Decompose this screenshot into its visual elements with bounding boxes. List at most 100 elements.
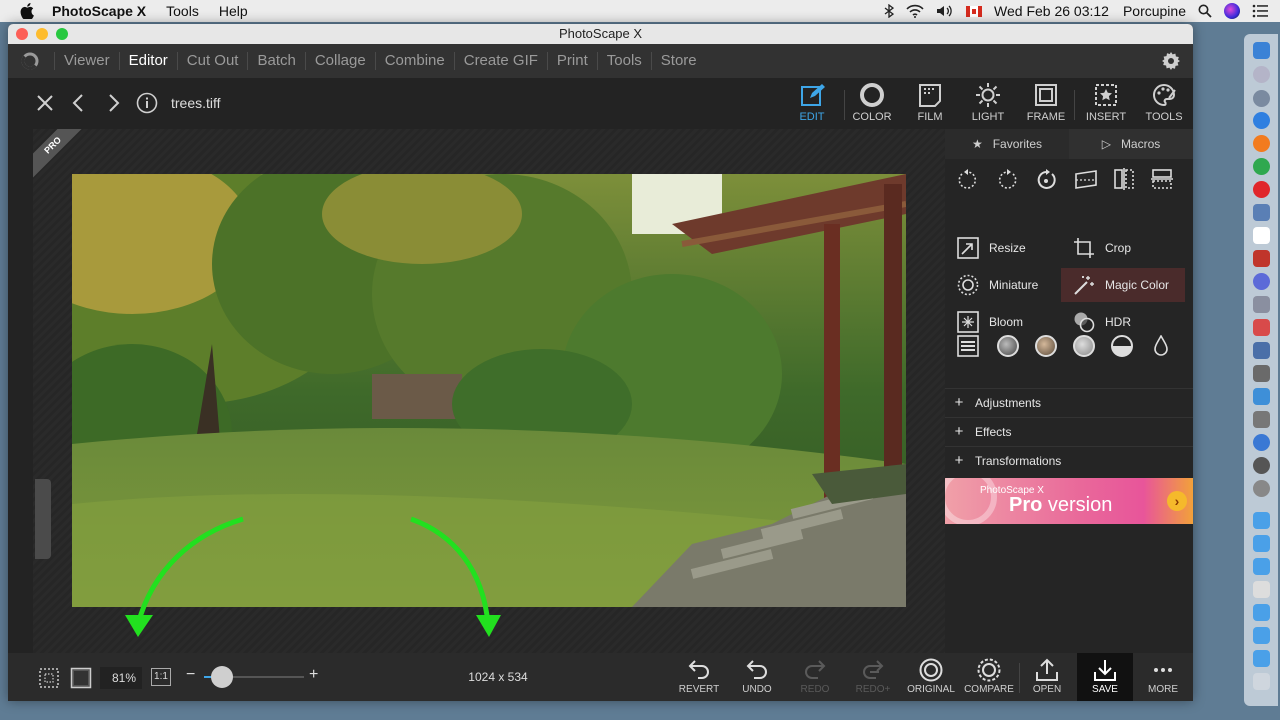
menubar-user[interactable]: Porcupine xyxy=(1123,3,1186,19)
miniature-tool[interactable]: Miniature xyxy=(945,268,1063,302)
section-adjustments[interactable]: + Adjustments xyxy=(945,388,1193,416)
mode-frame-button[interactable]: FRAME xyxy=(1018,82,1074,126)
dock-editor-icon[interactable] xyxy=(1253,411,1270,428)
rotate-left-icon[interactable] xyxy=(957,168,979,190)
compare-button[interactable]: COMPARE xyxy=(961,653,1017,701)
close-icon[interactable] xyxy=(34,92,56,114)
tab-batch[interactable]: Batch xyxy=(247,52,304,70)
brighten-icon[interactable] xyxy=(1073,335,1095,357)
mode-tools-button[interactable]: TOOLS xyxy=(1136,82,1192,126)
contrast-icon[interactable] xyxy=(1111,335,1133,357)
original-button[interactable]: ORIGINAL xyxy=(903,653,959,701)
straighten-icon[interactable] xyxy=(1074,168,1098,190)
tab-create-gif[interactable]: Create GIF xyxy=(453,52,547,70)
dock-app-icon[interactable] xyxy=(1253,273,1270,290)
section-effects[interactable]: + Effects xyxy=(945,417,1193,445)
menu-help[interactable]: Help xyxy=(219,3,248,19)
settings-gear-icon[interactable] xyxy=(1161,51,1181,71)
water-drop-icon[interactable] xyxy=(1153,335,1169,357)
dock-preview-icon[interactable] xyxy=(1253,204,1270,221)
photoscape-logo-icon[interactable] xyxy=(20,51,40,71)
chevron-right-icon[interactable]: › xyxy=(1167,491,1187,511)
dock-folder-icon[interactable] xyxy=(1253,535,1270,552)
dock-trash-icon[interactable] xyxy=(1253,673,1270,690)
close-window-icon[interactable] xyxy=(16,28,28,40)
rotate-free-icon[interactable] xyxy=(1035,168,1057,190)
dock-photoscape-icon[interactable] xyxy=(1253,388,1270,405)
zoom-slider-knob[interactable] xyxy=(211,666,233,688)
tab-viewer[interactable]: Viewer xyxy=(54,52,119,70)
minimize-window-icon[interactable] xyxy=(36,28,48,40)
dock-opera-icon[interactable] xyxy=(1253,181,1270,198)
tab-editor[interactable]: Editor xyxy=(118,52,177,70)
zoom-percentage[interactable]: 81% xyxy=(100,667,142,689)
bluetooth-icon[interactable] xyxy=(884,4,895,18)
mode-light-button[interactable]: LIGHT xyxy=(960,82,1016,126)
menu-app-name[interactable]: PhotoScape X xyxy=(52,3,146,19)
dock-folder-icon[interactable] xyxy=(1253,558,1270,575)
dock-finder-icon[interactable] xyxy=(1253,42,1270,59)
zoom-window-icon[interactable] xyxy=(56,28,68,40)
open-button[interactable]: OPEN xyxy=(1019,653,1075,701)
mode-color-button[interactable]: COLOR xyxy=(844,82,900,126)
notification-center-icon[interactable] xyxy=(1252,4,1268,18)
dock-siri-icon[interactable] xyxy=(1253,66,1270,83)
menu-tools[interactable]: Tools xyxy=(166,3,199,19)
input-source-flag-icon[interactable] xyxy=(966,5,983,17)
redo-button[interactable]: REDO xyxy=(787,653,843,701)
dock-launchpad-icon[interactable] xyxy=(1253,90,1270,107)
zoom-in-button[interactable]: + xyxy=(309,666,318,684)
tab-favorites[interactable]: ★ Favorites xyxy=(945,129,1069,159)
previous-image-icon[interactable] xyxy=(68,92,90,114)
info-icon[interactable] xyxy=(136,92,158,114)
mode-edit-button[interactable]: EDIT xyxy=(784,82,840,126)
side-panel-toggle[interactable] xyxy=(35,479,51,559)
auto-level-icon[interactable] xyxy=(997,335,1019,357)
section-transformations[interactable]: + Transformations xyxy=(945,446,1193,474)
undo-button[interactable]: UNDO xyxy=(729,653,785,701)
dock-calendar-icon[interactable] xyxy=(1253,227,1270,244)
dock-downloads-icon[interactable] xyxy=(1253,650,1270,667)
mode-insert-button[interactable]: INSERT xyxy=(1078,82,1134,126)
wifi-icon[interactable] xyxy=(906,4,924,18)
dock-firefox-icon[interactable] xyxy=(1253,135,1270,152)
tab-combine[interactable]: Combine xyxy=(374,52,454,70)
dock-utility-icon[interactable] xyxy=(1253,319,1270,336)
tab-macros[interactable]: ▷ Macros xyxy=(1069,129,1193,159)
image-canvas[interactable]: PRO xyxy=(33,129,945,653)
tab-store[interactable]: Store xyxy=(650,52,706,70)
more-button[interactable]: MORE xyxy=(1135,653,1191,701)
flip-horizontal-icon[interactable] xyxy=(1113,168,1135,190)
dock-settings-icon[interactable] xyxy=(1253,457,1270,474)
dock-safari-icon[interactable] xyxy=(1253,112,1270,129)
tab-cut-out[interactable]: Cut Out xyxy=(176,52,248,70)
crop-tool[interactable]: Crop xyxy=(1061,231,1179,265)
dock-screen-icon[interactable] xyxy=(1253,342,1270,359)
fit-view-icon[interactable] xyxy=(70,667,92,689)
dock-document-icon[interactable] xyxy=(1253,581,1270,598)
siri-icon[interactable] xyxy=(1224,3,1240,19)
revert-button[interactable]: REVERT xyxy=(671,653,727,701)
next-image-icon[interactable] xyxy=(102,92,124,114)
menubar-clock[interactable]: Wed Feb 26 03:12 xyxy=(994,3,1109,19)
redo-plus-button[interactable]: REDO+ xyxy=(845,653,901,701)
mode-film-button[interactable]: FILM xyxy=(902,82,958,126)
resize-tool[interactable]: Resize xyxy=(945,231,1063,265)
save-button[interactable]: SAVE xyxy=(1077,653,1133,701)
actual-size-button[interactable]: 1:1 xyxy=(151,668,171,686)
apple-logo-icon[interactable] xyxy=(20,3,34,19)
dock-folder-icon[interactable] xyxy=(1253,512,1270,529)
flip-vertical-icon[interactable] xyxy=(1151,168,1173,190)
tab-collage[interactable]: Collage xyxy=(304,52,375,70)
dock-photos-icon[interactable] xyxy=(1253,296,1270,313)
pro-version-banner[interactable]: PhotoScape X Pro version › xyxy=(945,478,1193,524)
dock-tool-icon[interactable] xyxy=(1253,365,1270,382)
zoom-out-button[interactable]: − xyxy=(186,666,195,684)
tab-print[interactable]: Print xyxy=(546,52,597,70)
rotate-right-icon[interactable] xyxy=(996,168,1018,190)
dock-chrome-icon[interactable] xyxy=(1253,158,1270,175)
dock-appstore-icon[interactable] xyxy=(1253,434,1270,451)
dock-folder-icon[interactable] xyxy=(1253,627,1270,644)
sepia-icon[interactable] xyxy=(1035,335,1057,357)
spotlight-search-icon[interactable] xyxy=(1198,4,1212,18)
